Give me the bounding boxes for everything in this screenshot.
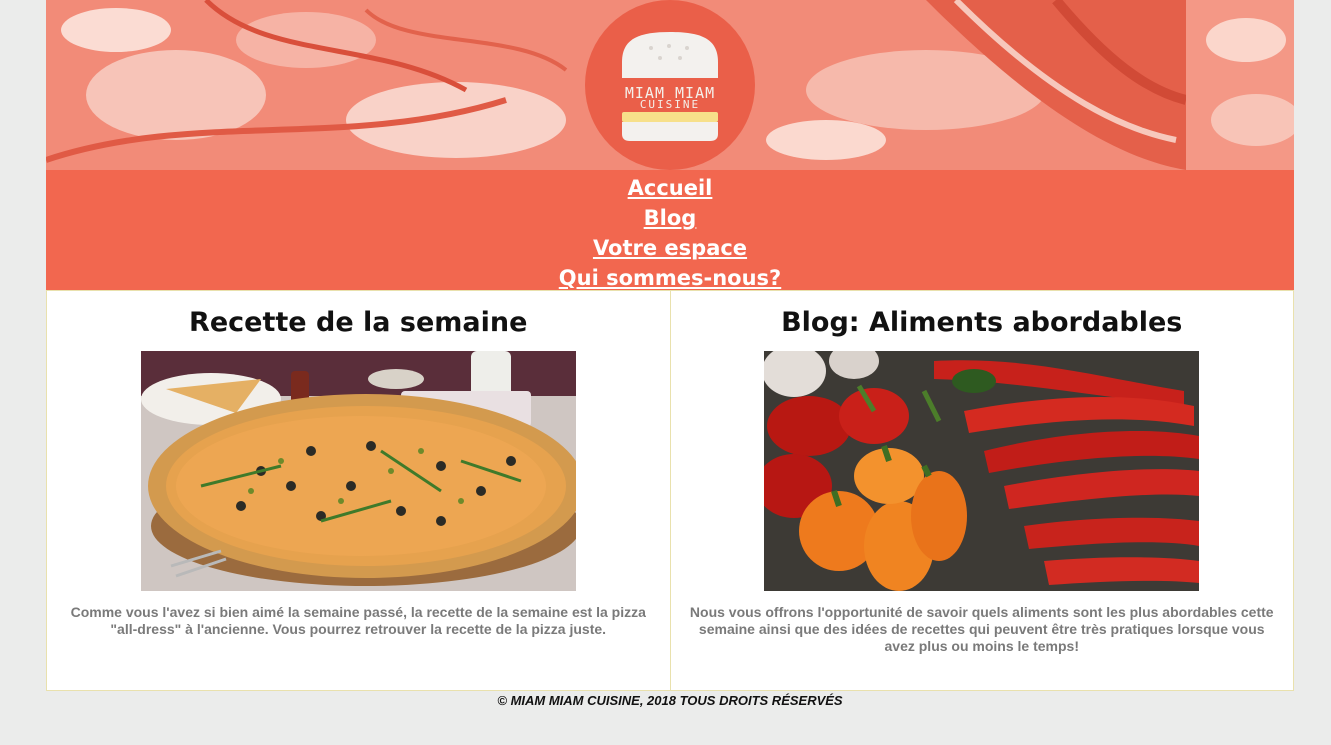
page-container: MIAM MIAM CUISINE Accueil Blog Votre esp…	[46, 0, 1294, 715]
nav-link-blog[interactable]: Blog	[46, 204, 1294, 234]
article-summary: Nous vous offrons l'opportunité de savoi…	[689, 604, 1274, 654]
footer-copyright: © MIAM MIAM CUISINE, 2018 TOUS DROITS RÉ…	[497, 693, 843, 708]
logo-subtitle: CUISINE	[639, 98, 701, 111]
nav-link-accueil[interactable]: Accueil	[46, 174, 1294, 204]
main-navigation: Accueil Blog Votre espace Qui sommes-nou…	[46, 170, 1294, 290]
article-recette: Recette de la semaine Comme vous l'avez …	[47, 291, 670, 690]
article-blog: Blog: Aliments abordables Nous vous offr…	[669, 291, 1294, 690]
article-summary: Comme vous l'avez si bien aimé la semain…	[70, 604, 646, 637]
peppers-image[interactable]	[764, 351, 1200, 591]
header-banner: MIAM MIAM CUISINE	[46, 0, 1294, 170]
pizza-image[interactable]	[140, 351, 576, 591]
article-title: Recette de la semaine	[189, 307, 528, 338]
article-title: Blog: Aliments abordables	[781, 307, 1183, 338]
main-content: Recette de la semaine Comme vous l'avez …	[46, 290, 1294, 691]
site-logo[interactable]: MIAM MIAM CUISINE	[585, 0, 755, 170]
nav-link-votre-espace[interactable]: Votre espace	[46, 234, 1294, 264]
